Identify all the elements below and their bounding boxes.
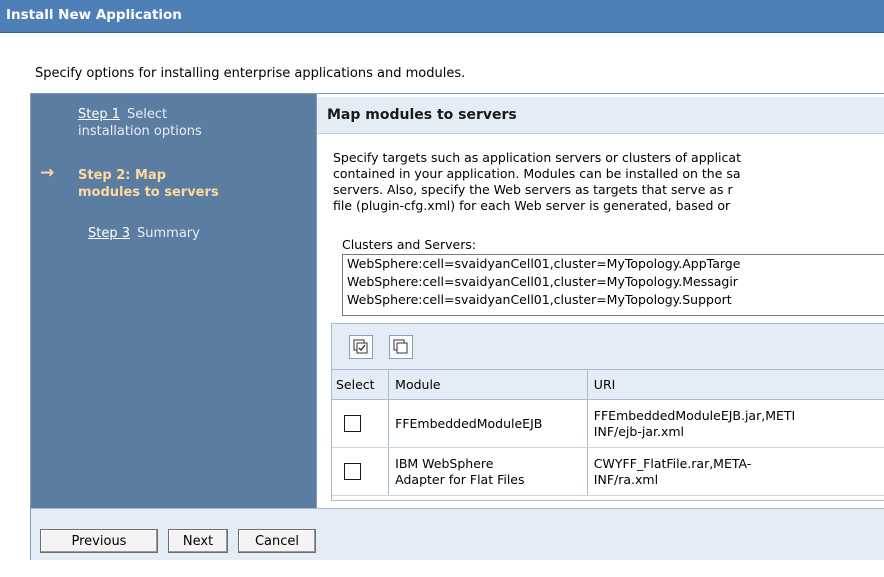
cluster-option[interactable]: WebSphere:cell=svaidyanCell01,cluster=My… bbox=[343, 291, 884, 309]
step-2-line1: Step 2: Map bbox=[78, 168, 167, 183]
modules-table: Select Module URI FFEmbeddedModuleEJB FF… bbox=[332, 370, 884, 496]
module-name: IBM WebSphere bbox=[395, 455, 494, 471]
description-line: servers. Also, specify the Web servers a… bbox=[333, 182, 733, 197]
current-step-arrow-icon: → bbox=[40, 163, 55, 183]
cluster-option[interactable]: WebSphere:cell=svaidyanCell01,cluster=My… bbox=[343, 255, 884, 273]
description: Specify targets such as application serv… bbox=[333, 150, 884, 214]
deselect-all-icon bbox=[393, 339, 408, 354]
step-3-link[interactable]: Step 3 bbox=[88, 226, 130, 241]
wizard-steps-sidebar bbox=[31, 94, 316, 508]
step-1-line2: installation options bbox=[78, 124, 202, 139]
row-checkbox[interactable] bbox=[344, 415, 361, 432]
window-title-bar: Install New Application bbox=[0, 0, 884, 33]
uri-cell: CWYFF_FlatFile.rar,META- INF/ra.xml bbox=[587, 447, 884, 496]
module-name: Adapter for Flat Files bbox=[395, 471, 525, 487]
cluster-option[interactable]: WebSphere:cell=svaidyanCell01,cluster=My… bbox=[343, 273, 884, 291]
module-cell: FFEmbeddedModuleEJB bbox=[388, 399, 588, 448]
module-name: FFEmbeddedModuleEJB bbox=[395, 415, 543, 431]
intro-text: Specify options for installing enterpris… bbox=[35, 66, 466, 81]
step-1: Step 1 Select installation options bbox=[78, 106, 202, 140]
column-header-select: Select bbox=[332, 370, 390, 400]
row-checkbox[interactable] bbox=[344, 463, 361, 480]
table-toolbar bbox=[332, 324, 884, 370]
table-row: FFEmbeddedModuleEJB FFEmbeddedModuleEJB.… bbox=[332, 399, 884, 448]
select-cell bbox=[332, 447, 390, 496]
wizard-button-bar bbox=[31, 508, 884, 560]
description-line: contained in your application. Modules c… bbox=[333, 166, 741, 181]
step-1-line1: Select bbox=[127, 107, 168, 122]
cancel-button[interactable]: Cancel bbox=[238, 529, 316, 553]
select-all-button[interactable] bbox=[349, 335, 373, 359]
page-title: Map modules to servers bbox=[327, 107, 517, 123]
step-3-label: Summary bbox=[137, 226, 200, 241]
modules-table-container: Select Module URI FFEmbeddedModuleEJB FF… bbox=[331, 323, 884, 501]
step-1-link[interactable]: Step 1 bbox=[78, 107, 120, 122]
uri-line: INF/ejb-jar.xml bbox=[593, 423, 684, 439]
uri-line: CWYFF_FlatFile.rar,META- bbox=[593, 455, 752, 471]
description-line: file (plugin-cfg.xml) for each Web serve… bbox=[333, 198, 731, 213]
module-cell: IBM WebSphere Adapter for Flat Files bbox=[388, 447, 588, 496]
step-2-current: Step 2: Map modules to servers bbox=[78, 167, 219, 201]
clusters-label: Clusters and Servers: bbox=[342, 237, 477, 252]
next-button[interactable]: Next bbox=[168, 529, 228, 553]
step-3: Step 3 Summary bbox=[88, 225, 200, 242]
select-cell bbox=[332, 399, 390, 448]
uri-line: FFEmbeddedModuleEJB.jar,METI bbox=[593, 407, 796, 423]
previous-button[interactable]: Previous bbox=[40, 529, 158, 553]
deselect-all-button[interactable] bbox=[389, 335, 413, 359]
main-header: Map modules to servers bbox=[317, 97, 884, 134]
clusters-and-servers-list[interactable]: WebSphere:cell=svaidyanCell01,cluster=My… bbox=[342, 254, 884, 316]
table-row: IBM WebSphere Adapter for Flat Files CWY… bbox=[332, 447, 884, 496]
column-header-uri: URI bbox=[587, 370, 884, 400]
description-line: Specify targets such as application serv… bbox=[333, 150, 741, 165]
uri-cell: FFEmbeddedModuleEJB.jar,METI INF/ejb-jar… bbox=[587, 399, 884, 448]
column-header-module: Module bbox=[388, 370, 588, 400]
window-title: Install New Application bbox=[6, 7, 182, 23]
uri-line: INF/ra.xml bbox=[593, 471, 659, 487]
select-all-icon bbox=[353, 339, 368, 354]
step-2-line2: modules to servers bbox=[78, 185, 219, 200]
